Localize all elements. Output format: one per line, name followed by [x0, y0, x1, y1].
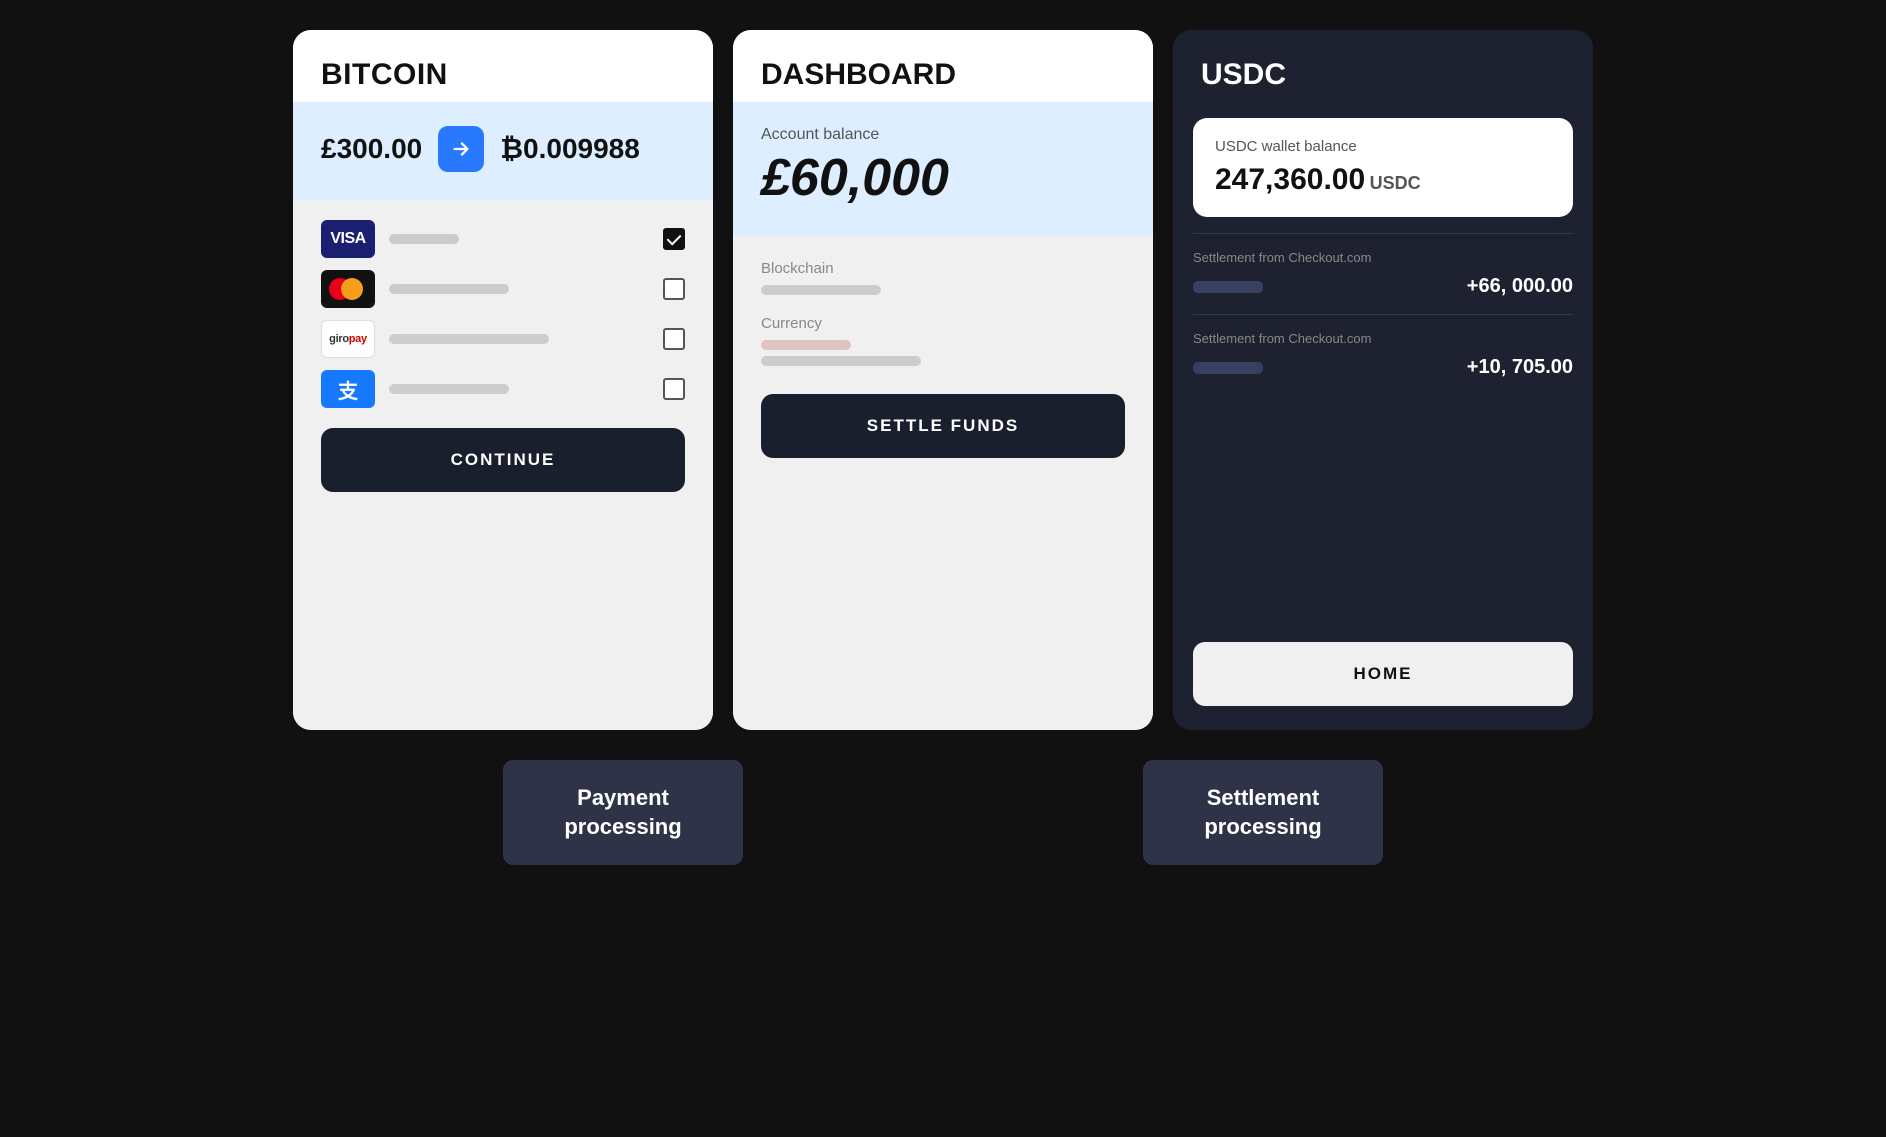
usdc-wallet-currency: USDC: [1370, 173, 1421, 193]
list-item: VISA: [321, 220, 685, 258]
bottom-labels-container: Paymentprocessing Settlementprocessing: [443, 760, 1443, 865]
alipay-icon: 支: [321, 370, 375, 408]
currency-bars: [761, 340, 1125, 366]
home-button[interactable]: HOME: [1193, 642, 1573, 706]
settlement-2-label: Settlement from Checkout.com: [1193, 331, 1573, 346]
settlement-1-section: Settlement from Checkout.com +66, 000.00: [1173, 234, 1593, 314]
settle-funds-button[interactable]: SETTLE FUNDS: [761, 394, 1125, 458]
balance-section: Account balance £60,000: [733, 102, 1153, 236]
giropay-label: giropay: [329, 333, 367, 345]
usdc-header: USDC: [1173, 30, 1593, 102]
usdc-wallet-amount: 247,360.00: [1215, 163, 1365, 196]
usdc-wallet-amount-row: 247,360.00 USDC: [1215, 163, 1551, 197]
blockchain-bars: [761, 285, 1125, 295]
dashboard-title: DASHBOARD: [761, 58, 1125, 92]
settlement-1-label: Settlement from Checkout.com: [1193, 250, 1573, 265]
bitcoin-conversion-section: £300.00 ₿0.009988: [293, 102, 713, 200]
settlement-processing-text: Settlementprocessing: [1204, 785, 1321, 839]
visa-icon: VISA: [321, 220, 375, 258]
list-item: giropay: [321, 320, 685, 358]
main-area: BITCOIN £300.00 ₿0.009988 VISA: [0, 0, 1886, 730]
settlement-1-amount: +66, 000.00: [1467, 275, 1573, 298]
settlement-2-amount: +10, 705.00: [1467, 356, 1573, 379]
alipay-bar-1: [389, 384, 509, 394]
payment-processing-label: Paymentprocessing: [503, 760, 743, 865]
mc-bar-1: [389, 284, 509, 294]
giropay-label-bar: [389, 334, 649, 344]
visa-bar-1: [389, 234, 459, 244]
usdc-title: USDC: [1201, 58, 1565, 92]
dashboard-body: Blockchain Currency SETTLE FUNDS: [733, 236, 1153, 730]
mc-right-circle: [341, 278, 363, 300]
usdc-wallet-label: USDC wallet balance: [1215, 138, 1551, 155]
bitcoin-card: BITCOIN £300.00 ₿0.009988 VISA: [293, 30, 713, 730]
settlement-1-bar: [1193, 281, 1263, 293]
visa-checkbox[interactable]: [663, 228, 685, 250]
account-balance-value: £60,000: [761, 148, 1125, 208]
arrow-right-icon: [450, 138, 472, 160]
giropay-icon: giropay: [321, 320, 375, 358]
alipay-label-bar: [389, 384, 649, 394]
btc-amount: ₿0.009988: [500, 133, 640, 165]
bitcoin-title: BITCOIN: [321, 58, 685, 92]
alipay-symbol: 支: [338, 375, 358, 404]
dashboard-header: DASHBOARD: [733, 30, 1153, 102]
payment-processing-text: Paymentprocessing: [564, 785, 681, 839]
usdc-card: USDC USDC wallet balance 247,360.00 USDC…: [1173, 30, 1593, 730]
settlement-2-section: Settlement from Checkout.com +10, 705.00: [1173, 315, 1593, 395]
mastercard-checkbox[interactable]: [663, 278, 685, 300]
payment-methods-section: VISA giropay: [293, 200, 713, 730]
visa-label-bar: [389, 234, 649, 244]
currency-section: Currency: [761, 315, 1125, 366]
list-item: 支: [321, 370, 685, 408]
blockchain-label: Blockchain: [761, 260, 1125, 277]
blockchain-section: Blockchain: [761, 260, 1125, 295]
giropay-checkbox[interactable]: [663, 328, 685, 350]
mc-label-bar: [389, 284, 649, 294]
list-item: [321, 270, 685, 308]
currency-bar-1: [761, 340, 851, 350]
gbp-amount: £300.00: [321, 133, 422, 165]
convert-arrow-button[interactable]: [438, 126, 484, 172]
giropay-bar-1: [389, 334, 549, 344]
bitcoin-header: BITCOIN: [293, 30, 713, 102]
continue-button[interactable]: CONTINUE: [321, 428, 685, 492]
currency-bar-2: [761, 356, 921, 366]
bottom-labels-row: Paymentprocessing Settlementprocessing: [0, 730, 1886, 865]
settlement-1-row: +66, 000.00: [1193, 275, 1573, 298]
account-balance-label: Account balance: [761, 126, 1125, 144]
blockchain-bar-1: [761, 285, 881, 295]
settlement-2-row: +10, 705.00: [1193, 356, 1573, 379]
alipay-checkbox[interactable]: [663, 378, 685, 400]
dashboard-card: DASHBOARD Account balance £60,000 Blockc…: [733, 30, 1153, 730]
mastercard-icon: [321, 270, 375, 308]
currency-label: Currency: [761, 315, 1125, 332]
settlement-processing-label: Settlementprocessing: [1143, 760, 1383, 865]
usdc-spacer: [1173, 395, 1593, 642]
settlement-2-bar: [1193, 362, 1263, 374]
usdc-wallet-box: USDC wallet balance 247,360.00 USDC: [1193, 118, 1573, 217]
